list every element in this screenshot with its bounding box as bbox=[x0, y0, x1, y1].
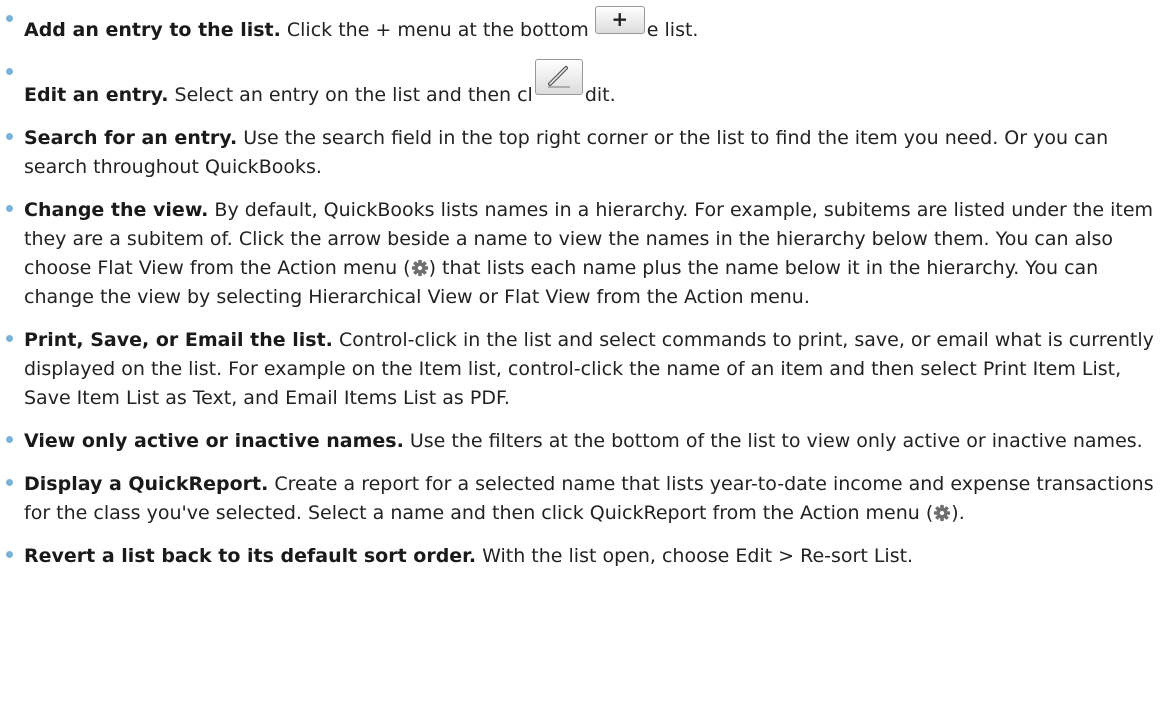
bullet bbox=[6, 205, 13, 212]
plus-icon: + bbox=[611, 7, 629, 31]
list-item-print-save-email: Print, Save, or Email the list. Control-… bbox=[0, 326, 1158, 413]
item-text-after: e list. bbox=[646, 19, 699, 41]
bullet bbox=[6, 551, 13, 558]
item-text: Select an entry on the list and then cl bbox=[174, 84, 533, 106]
item-text: Click the + menu at the bottom bbox=[286, 19, 589, 41]
item-title: Change the view. bbox=[24, 199, 209, 221]
item-title: Add an entry to the list. bbox=[24, 19, 281, 41]
list-item-search-entry: Search for an entry. Use the search fiel… bbox=[0, 124, 1158, 182]
bullet bbox=[6, 15, 13, 22]
bullet bbox=[6, 68, 13, 75]
pencil-icon bbox=[547, 66, 570, 88]
item-title: Search for an entry. bbox=[24, 127, 238, 149]
list-item-add-entry: Add an entry to the list. Click the + me… bbox=[0, 6, 1158, 45]
bullet bbox=[6, 479, 13, 486]
gear-icon bbox=[934, 504, 951, 522]
item-text-after: ). bbox=[951, 502, 965, 524]
item-title: Print, Save, or Email the list. bbox=[24, 329, 333, 351]
bullet bbox=[6, 436, 13, 443]
item-title: Revert a list back to its default sort o… bbox=[24, 545, 477, 567]
list-item-edit-entry: Edit an entry. Select an entry on the li… bbox=[0, 59, 1158, 110]
item-title: Edit an entry. bbox=[24, 84, 169, 106]
help-list: Add an entry to the list. Click the + me… bbox=[0, 6, 1158, 571]
add-button[interactable]: + bbox=[594, 6, 645, 34]
gear-icon bbox=[411, 259, 428, 277]
list-item-active-inactive: View only active or inactive names. Use … bbox=[0, 427, 1158, 456]
item-text: With the list open, choose Edit > Re-sor… bbox=[482, 545, 914, 567]
edit-button[interactable] bbox=[534, 59, 583, 95]
list-item-change-view: Change the view. By default, QuickBooks … bbox=[0, 196, 1158, 312]
item-text: Use the filters at the bottom of the lis… bbox=[409, 430, 1143, 452]
item-title: Display a QuickReport. bbox=[24, 473, 269, 495]
list-item-quickreport: Display a QuickReport. Create a report f… bbox=[0, 470, 1158, 528]
list-item-revert-sort: Revert a list back to its default sort o… bbox=[0, 542, 1158, 571]
item-text-after: dit. bbox=[584, 84, 616, 106]
item-title: View only active or inactive names. bbox=[24, 430, 404, 452]
bullet bbox=[6, 133, 13, 140]
bullet bbox=[6, 335, 13, 342]
